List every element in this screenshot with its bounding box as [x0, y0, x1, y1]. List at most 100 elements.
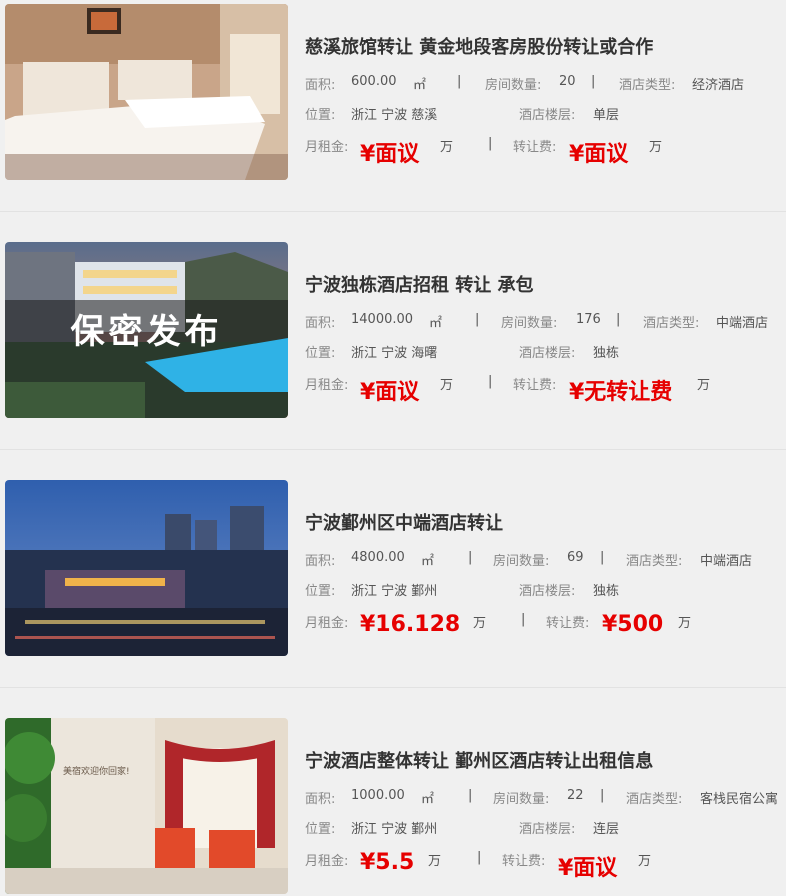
listing-location-row: 位置: 浙江 宁波 鄞州 酒店楼层: 连层 [305, 818, 786, 838]
separator: | [521, 612, 526, 627]
listing-specs-row: 面积: 4800.00 ㎡ | 房间数量: 69 | 酒店类型: 中端酒店 [305, 550, 786, 570]
separator: | [488, 374, 493, 389]
separator: | [477, 850, 482, 865]
listing-title[interactable]: 慈溪旅馆转让 黄金地段客房股份转让或合作 [305, 33, 653, 59]
separator: | [600, 550, 605, 565]
area-value: 1000.00 [351, 788, 405, 803]
floor-label: 酒店楼层: [519, 108, 576, 123]
listing-photo[interactable] [5, 4, 288, 180]
rooms-label: 房间数量: [493, 792, 550, 807]
area-unit: ㎡ [421, 554, 435, 569]
listing-location-row: 位置: 浙江 宁波 慈溪 酒店楼层: 单层 [305, 104, 786, 124]
separator: | [488, 136, 493, 151]
separator: | [591, 74, 596, 89]
rent-unit: 万 [440, 140, 454, 155]
rent-label: 月租金: [305, 854, 349, 869]
listing-title[interactable]: 宁波鄞州区中端酒店转让 [305, 509, 503, 535]
location-value: 浙江 宁波 海曙 [351, 346, 438, 361]
transfer-label: 转让费: [513, 378, 557, 393]
photo-overlay-text: 保密发布 [70, 312, 223, 352]
divider [0, 449, 786, 450]
listing-photo[interactable]: 美宿欢迎你回家! [5, 718, 288, 894]
hotel-type-label: 酒店类型: [619, 78, 676, 93]
hotel-type-value: 中端酒店 [700, 554, 753, 569]
listing-location-row: 位置: 浙江 宁波 海曙 酒店楼层: 独栋 [305, 342, 786, 362]
rooms-value: 69 [567, 550, 584, 565]
transfer-label: 转让费: [513, 140, 557, 155]
separator: | [600, 788, 605, 803]
rent-value: ¥5.5 [360, 850, 415, 875]
transfer-value: ¥面议 [569, 142, 629, 167]
listing-item[interactable]: 宁波鄞州区中端酒店转让 面积: 4800.00 ㎡ | 房间数量: 69 | 酒… [0, 480, 786, 656]
rooms-value: 176 [576, 312, 601, 327]
hotel-type-value: 中端酒店 [716, 316, 769, 331]
area-label: 面积: [305, 78, 336, 93]
area-label: 面积: [305, 554, 336, 569]
rooms-label: 房间数量: [493, 554, 550, 569]
hotel-type-label: 酒店类型: [626, 792, 683, 807]
area-unit: ㎡ [429, 316, 443, 331]
hotel-room-photo [5, 4, 288, 180]
hotel-type-label: 酒店类型: [643, 316, 700, 331]
rent-unit: 万 [473, 616, 487, 631]
listing-photo[interactable]: 保密发布 [5, 242, 288, 418]
location-label: 位置: [305, 584, 336, 599]
rooms-value: 22 [567, 788, 584, 803]
transfer-unit: 万 [649, 140, 663, 155]
area-label: 面积: [305, 792, 336, 807]
area-value: 14000.00 [351, 312, 414, 327]
rooms-label: 房间数量: [501, 316, 558, 331]
listing-photo[interactable] [5, 480, 288, 656]
listing-item[interactable]: 保密发布 宁波独栋酒店招租 转让 承包 面积: 14000.00 ㎡ | 房间数… [0, 242, 786, 418]
divider [0, 687, 786, 688]
rent-label: 月租金: [305, 616, 349, 631]
listing-specs-row: 面积: 600.00 ㎡ | 房间数量: 20 | 酒店类型: 经济酒店 [305, 74, 786, 94]
rent-label: 月租金: [305, 378, 349, 393]
separator: | [475, 312, 480, 327]
location-value: 浙江 宁波 慈溪 [351, 108, 438, 123]
floor-label: 酒店楼层: [519, 584, 576, 599]
rooms-label: 房间数量: [485, 78, 542, 93]
hotel-lobby-photo [5, 718, 288, 894]
listing-price-row: 月租金: ¥5.5 万 | 转让费: ¥面议 万 [305, 850, 786, 881]
area-unit: ㎡ [413, 78, 427, 93]
listing-price-row: 月租金: ¥16.128 万 | 转让费: ¥500 万 [305, 612, 786, 637]
floor-value: 连层 [593, 822, 620, 837]
location-label: 位置: [305, 822, 336, 837]
separator: | [457, 74, 462, 89]
transfer-value: ¥面议 [558, 856, 618, 881]
hotel-type-value: 经济酒店 [692, 78, 745, 93]
separator: | [468, 788, 473, 803]
listing-price-row: 月租金: ¥面议 万 | 转让费: ¥无转让费 万 [305, 374, 786, 405]
area-value: 4800.00 [351, 550, 405, 565]
area-unit: ㎡ [421, 792, 435, 807]
floor-label: 酒店楼层: [519, 822, 576, 837]
rent-unit: 万 [440, 378, 454, 393]
location-label: 位置: [305, 108, 336, 123]
hotel-type-label: 酒店类型: [626, 554, 683, 569]
separator: | [468, 550, 473, 565]
hotel-type-value: 客栈民宿公寓 [700, 792, 779, 807]
listing-item[interactable]: 美宿欢迎你回家! 宁波酒店整体转让 鄞州区酒店转让出租信息 面积: 1000.0… [0, 718, 786, 894]
listing-item[interactable]: 慈溪旅馆转让 黄金地段客房股份转让或合作 面积: 600.00 ㎡ | 房间数量… [0, 4, 786, 180]
rent-value: ¥面议 [360, 380, 420, 405]
area-label: 面积: [305, 316, 336, 331]
city-night-photo [5, 480, 288, 656]
transfer-unit: 万 [638, 854, 652, 869]
location-value: 浙江 宁波 鄞州 [351, 822, 438, 837]
transfer-value: ¥500 [602, 612, 664, 637]
floor-label: 酒店楼层: [519, 346, 576, 361]
rooms-value: 20 [559, 74, 576, 89]
listing-location-row: 位置: 浙江 宁波 鄞州 酒店楼层: 独栋 [305, 580, 786, 600]
location-label: 位置: [305, 346, 336, 361]
transfer-label: 转让费: [546, 616, 590, 631]
transfer-value: ¥无转让费 [569, 380, 673, 405]
listing-list: 慈溪旅馆转让 黄金地段客房股份转让或合作 面积: 600.00 ㎡ | 房间数量… [0, 0, 786, 896]
transfer-label: 转让费: [502, 854, 546, 869]
rent-unit: 万 [428, 854, 442, 869]
listing-specs-row: 面积: 14000.00 ㎡ | 房间数量: 176 | 酒店类型: 中端酒店 [305, 312, 786, 332]
separator: | [616, 312, 621, 327]
listing-title[interactable]: 宁波酒店整体转让 鄞州区酒店转让出租信息 [305, 747, 653, 773]
rent-value: ¥16.128 [360, 612, 461, 637]
listing-title[interactable]: 宁波独栋酒店招租 转让 承包 [305, 271, 534, 297]
